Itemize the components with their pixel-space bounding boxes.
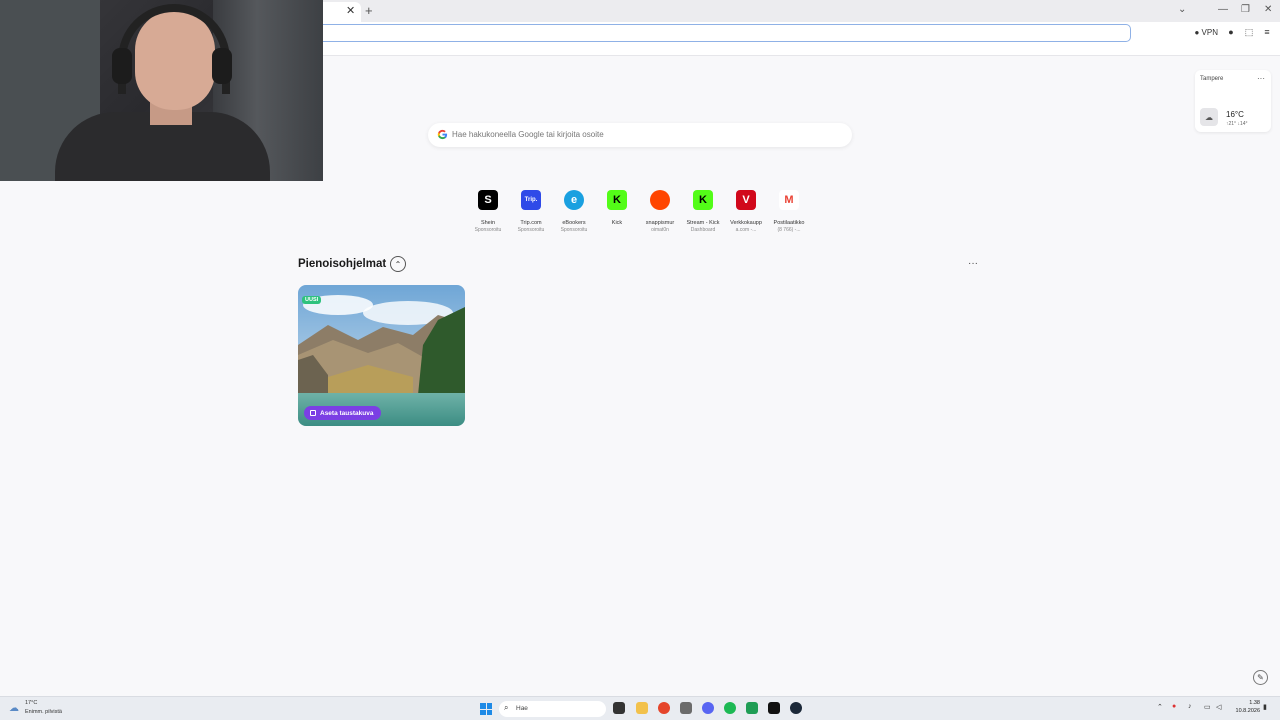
speed-dial-label: Kick	[611, 220, 623, 226]
clock-date: 10.8.2026	[1235, 707, 1260, 714]
search-input[interactable]: Hae hakukoneella Google tai kirjoita oso…	[452, 130, 604, 139]
mountain-lake-image	[298, 285, 465, 426]
widgets-more-button[interactable]: ···	[968, 258, 978, 269]
minimize-button[interactable]: —	[1218, 4, 1228, 15]
taskbar-weather-condition: Enimm. pilvistä	[25, 709, 62, 715]
speed-dial-postilaatikko[interactable]: M Postilaatikko (8 766) -...	[768, 188, 810, 233]
app-green-icon[interactable]	[746, 702, 758, 714]
file-explorer-icon[interactable]	[636, 702, 648, 714]
speed-dial-kick[interactable]: K Kick	[596, 188, 638, 227]
steam-icon[interactable]	[790, 702, 802, 714]
speed-dial-sublabel: a.com -...	[735, 227, 757, 234]
speed-dial-label: Postilaatikko	[773, 220, 805, 226]
tab-list-icon[interactable]: ⌄	[1178, 4, 1186, 15]
speed-dial-shein[interactable]: S Shein Sponsoroitu	[467, 188, 509, 233]
speed-dial-sublabel: (8 766) -...	[777, 227, 801, 234]
close-window-button[interactable]: ✕	[1264, 4, 1272, 15]
windows-start-icon[interactable]	[480, 703, 492, 715]
webcam-headset-ear-right	[212, 48, 232, 84]
speed-dial-sublabel: oimat0n	[651, 227, 669, 234]
speed-dial-ebookers[interactable]: e eBookers Sponsoroitu	[553, 188, 595, 233]
new-badge: UUSI	[302, 296, 322, 304]
speed-dial-sublabel: Sponsoroitu	[474, 227, 502, 234]
vpn-label: VPN	[1201, 27, 1218, 37]
app-icon[interactable]	[680, 702, 692, 714]
google-icon	[437, 129, 448, 140]
extensions-icon[interactable]: ⬚	[1244, 27, 1254, 37]
speed-dial-icon: M	[779, 190, 799, 210]
task-view-icon[interactable]	[613, 702, 625, 714]
active-tab[interactable]	[323, 2, 361, 22]
vpn-button[interactable]: ● VPN	[1194, 28, 1218, 37]
speed-dial-icon: K	[607, 190, 627, 210]
speed-dial-verkkokaupp[interactable]: V Verkkokaupp a.com -...	[725, 188, 767, 233]
speed-dial-label: snappismur	[645, 220, 675, 226]
volume-icon[interactable]: ◁	[1216, 703, 1221, 711]
weather-widget[interactable]: Tampere ··· ☁ 16°C ↑21° ↓14°	[1195, 70, 1271, 132]
speed-dial-sublabel: Dashboard	[690, 227, 716, 234]
speed-dial-icon: V	[736, 190, 756, 210]
taskbar-search-label: Hae	[516, 705, 528, 712]
taskbar-weather-temp: 17°C	[25, 700, 38, 706]
search-box[interactable]: Hae hakukoneella Google tai kirjoita oso…	[428, 123, 852, 147]
tab-close-icon[interactable]: ✕	[346, 4, 355, 17]
speed-dial-icon	[650, 190, 670, 210]
restore-button[interactable]: ❐	[1241, 4, 1250, 15]
weather-low: ↓14°	[1237, 121, 1248, 127]
webcam-headset-ear-left	[112, 48, 132, 84]
taskbar: ☁ 17°C Enimm. pilvistä ⌕ Hae ⌃ ● ♪ ▭ ◁ 1…	[0, 696, 1280, 720]
address-bar[interactable]	[318, 24, 1131, 42]
speed-dial-snappismur[interactable]: snappismur oimat0n	[639, 188, 681, 233]
discord-icon[interactable]	[702, 702, 714, 714]
speed-dial-label: Stream - Kick	[686, 220, 720, 226]
search-icon: ⌕	[504, 703, 509, 712]
taskbar-search[interactable]: ⌕ Hae	[499, 701, 606, 717]
weather-high: ↑21°	[1226, 121, 1237, 127]
weather-more-button[interactable]: ···	[1257, 74, 1265, 83]
microphone-icon[interactable]: ♪	[1188, 703, 1192, 710]
speed-dial-label: Verkkokaupp	[730, 220, 762, 226]
speed-dial-sublabel: Sponsoroitu	[517, 227, 545, 234]
weather-temperature: 16°C	[1226, 110, 1244, 119]
wallpaper-widget[interactable]: UUSI Aseta taustakuva	[298, 285, 465, 426]
image-icon	[310, 410, 316, 416]
speed-dial-sublabel: Sponsoroitu	[560, 227, 588, 234]
nvidia-icon[interactable]	[768, 702, 780, 714]
browser-app-icon[interactable]	[658, 702, 670, 714]
set-wallpaper-label: Aseta taustakuva	[320, 409, 374, 417]
edit-page-button[interactable]: ✎	[1253, 670, 1268, 685]
weather-range: ↑21° ↓14°	[1226, 121, 1248, 127]
taskbar-weather-icon[interactable]: ☁	[9, 703, 19, 714]
speed-dial-icon: K	[693, 190, 713, 210]
new-tab-button[interactable]: +	[365, 3, 373, 18]
set-wallpaper-button[interactable]: Aseta taustakuva	[304, 406, 382, 420]
notifications-icon[interactable]: ▮	[1263, 703, 1267, 711]
network-icon[interactable]: ▭	[1204, 703, 1211, 711]
speed-dial-trip-com[interactable]: Trip. Trip.com Sponsoroitu	[510, 188, 552, 233]
speed-dial-label: eBookers	[562, 220, 586, 226]
weather-city: Tampere	[1200, 76, 1224, 82]
tray-overflow-icon[interactable]: ⌃	[1157, 703, 1163, 711]
speed-dial-stream-kick[interactable]: K Stream - Kick Dashboard	[682, 188, 724, 233]
collapse-widgets-button[interactable]: ⌃	[390, 256, 406, 272]
speed-dial-icon: S	[478, 190, 498, 210]
speed-dial-icon: e	[564, 190, 584, 210]
menu-icon[interactable]: ≡	[1262, 27, 1272, 37]
vpn-icon: ●	[1194, 27, 1200, 37]
cloud-icon: ☁	[1200, 108, 1218, 126]
account-icon[interactable]: ●	[1226, 27, 1236, 37]
speed-dial-label: Shein	[480, 220, 496, 226]
widgets-title: Pienoisohjelmat	[298, 258, 387, 270]
speed-dial-label: Trip.com	[520, 220, 542, 226]
spotify-icon[interactable]	[724, 702, 736, 714]
webcam-overlay	[0, 0, 323, 181]
clock[interactable]: 1.38 10.8.2026	[1230, 700, 1260, 715]
clock-time: 1.38	[1249, 700, 1260, 706]
speed-dial-icon: Trip.	[521, 190, 541, 210]
tray-app-icon[interactable]: ●	[1172, 703, 1176, 710]
